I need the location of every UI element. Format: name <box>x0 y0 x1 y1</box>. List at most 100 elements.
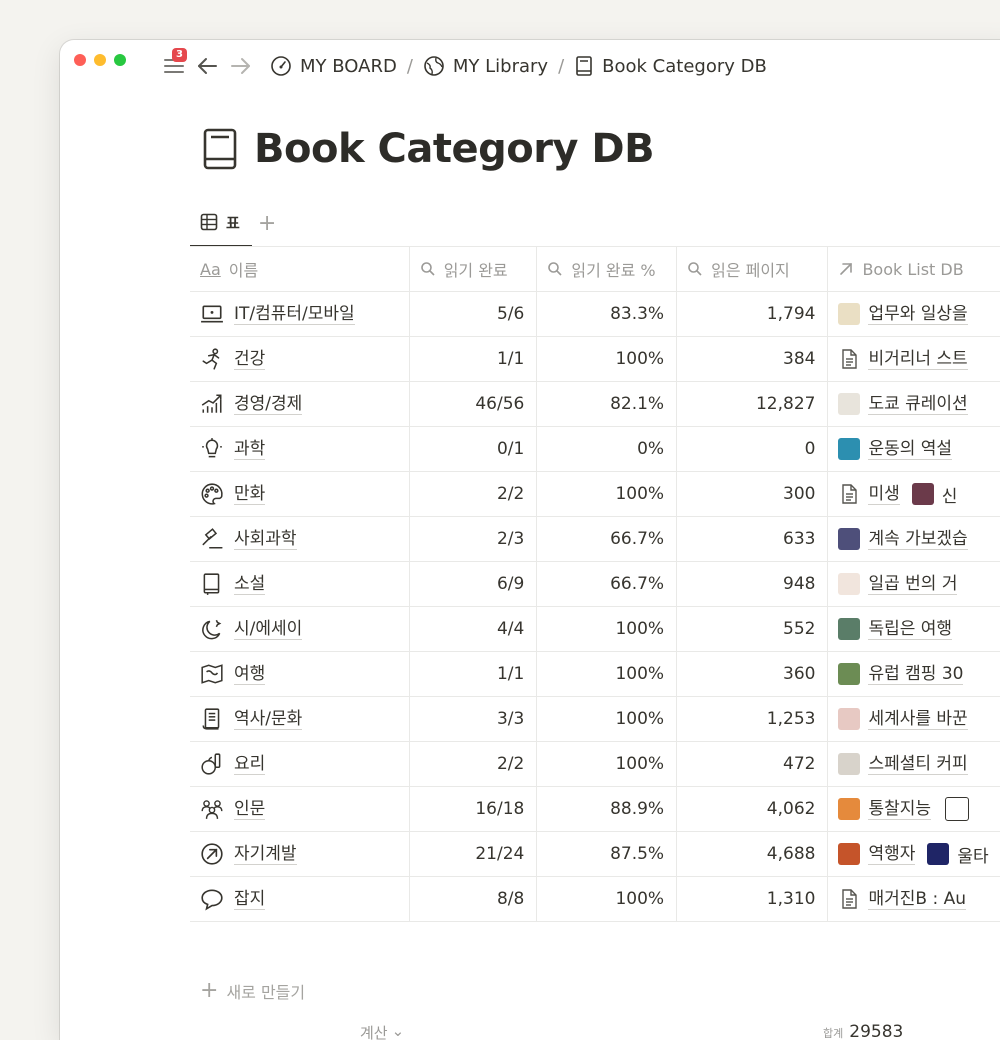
cell-name[interactable]: 소설 <box>190 561 410 607</box>
table-row[interactable]: 자기계발 21/24 87.5% 4,688 역행자 울타 <box>190 831 1000 877</box>
cell-read-percent[interactable]: 87.5% <box>536 831 677 877</box>
column-header-pages-read[interactable]: 읽은 페이지 <box>676 246 828 292</box>
column-header-book-list[interactable]: Book List DB <box>827 246 1000 292</box>
cell-read-percent[interactable]: 0% <box>536 426 677 472</box>
add-view-button[interactable]: + <box>258 211 276 236</box>
column-header-name[interactable]: Aa 이름 <box>190 246 410 292</box>
cell-read-done[interactable]: 1/1 <box>408 336 537 382</box>
cell-name[interactable]: 경영/경제 <box>190 381 410 427</box>
linked-page-title[interactable]: 일곱 번의 거 <box>868 574 958 595</box>
cell-name[interactable]: 여행 <box>190 651 410 697</box>
cell-pages-read[interactable]: 1,794 <box>676 291 828 337</box>
cell-read-done[interactable]: 1/1 <box>408 651 537 697</box>
cell-name[interactable]: 시/에세이 <box>190 606 410 652</box>
cell-book-list[interactable]: 독립은 여행 <box>827 606 1000 652</box>
cell-book-list[interactable]: 운동의 역설 <box>827 426 1000 472</box>
cell-book-list[interactable]: 스페셜티 커피 <box>827 741 1000 787</box>
table-row[interactable]: 요리 2/2 100% 472 스페셜티 커피 <box>190 741 1000 787</box>
cell-book-list[interactable]: 세계사를 바꾼 <box>827 696 1000 742</box>
cell-pages-read[interactable]: 633 <box>676 516 828 562</box>
row-name[interactable]: 소설 <box>234 574 266 595</box>
linked-page-title[interactable]: 매거진B : Au <box>868 889 966 910</box>
cell-read-done[interactable]: 5/6 <box>408 291 537 337</box>
cell-name[interactable]: 요리 <box>190 741 410 787</box>
linked-page-title[interactable]: 운동의 역설 <box>868 439 953 460</box>
row-name[interactable]: 경영/경제 <box>234 394 303 415</box>
table-row[interactable]: 건강 1/1 100% 384 비거리너 스트 <box>190 336 1000 382</box>
cell-read-percent[interactable]: 100% <box>536 741 677 787</box>
cell-read-percent[interactable]: 83.3% <box>536 291 677 337</box>
row-name[interactable]: 과학 <box>234 439 266 460</box>
cell-read-done[interactable]: 16/18 <box>408 786 537 832</box>
linked-page-title[interactable]: 유럽 캠핑 30 <box>868 664 964 685</box>
cell-pages-read[interactable]: 300 <box>676 471 828 517</box>
tab-table-view[interactable]: 표 <box>190 199 252 247</box>
row-name[interactable]: 역사/문화 <box>234 709 303 730</box>
sidebar-menu-button[interactable]: 3 <box>160 48 188 80</box>
cell-book-list[interactable]: 미생 신 <box>827 471 1000 517</box>
table-row[interactable]: 시/에세이 4/4 100% 552 독립은 여행 <box>190 606 1000 652</box>
cell-pages-read[interactable]: 4,688 <box>676 831 828 877</box>
minimize-window-button[interactable] <box>94 54 106 66</box>
cell-read-percent[interactable]: 66.7% <box>536 516 677 562</box>
table-row[interactable]: 만화 2/2 100% 300 미생 신 <box>190 471 1000 517</box>
cell-read-percent[interactable]: 100% <box>536 651 677 697</box>
calculate-button[interactable]: 계산 ⌄ <box>360 1022 404 1040</box>
cell-read-percent[interactable]: 66.7% <box>536 561 677 607</box>
column-header-read-percent[interactable]: 읽기 완료 % <box>536 246 677 292</box>
cell-read-done[interactable]: 0/1 <box>408 426 537 472</box>
linked-page-title[interactable]: 스페셜티 커피 <box>868 754 968 775</box>
table-row[interactable]: 잡지 8/8 100% 1,310 매거진B : Au <box>190 876 1000 922</box>
table-row[interactable]: 경영/경제 46/56 82.1% 12,827 도쿄 큐레이션 <box>190 381 1000 427</box>
cell-read-done[interactable]: 2/2 <box>408 741 537 787</box>
cell-name[interactable]: 건강 <box>190 336 410 382</box>
cell-pages-read[interactable]: 1,310 <box>676 876 828 922</box>
new-row-button[interactable]: + 새로 만들기 <box>200 978 305 1003</box>
cell-read-done[interactable]: 3/3 <box>408 696 537 742</box>
cell-pages-read[interactable]: 0 <box>676 426 828 472</box>
cell-name[interactable]: 만화 <box>190 471 410 517</box>
cell-pages-read[interactable]: 472 <box>676 741 828 787</box>
cell-book-list[interactable]: 계속 가보겠습 <box>827 516 1000 562</box>
row-name[interactable]: 여행 <box>234 664 266 685</box>
cell-name[interactable]: 과학 <box>190 426 410 472</box>
sum-calculation[interactable]: 합계 29583 <box>823 1022 903 1040</box>
linked-page-title[interactable]: 통찰지능 <box>868 799 932 820</box>
row-name[interactable]: 건강 <box>234 349 266 370</box>
cell-read-percent[interactable]: 100% <box>536 336 677 382</box>
cell-read-done[interactable]: 8/8 <box>408 876 537 922</box>
row-name[interactable]: 잡지 <box>234 889 266 910</box>
cell-pages-read[interactable]: 360 <box>676 651 828 697</box>
cell-read-percent[interactable]: 100% <box>536 876 677 922</box>
table-row[interactable]: 인문 16/18 88.9% 4,062 통찰지능 <box>190 786 1000 832</box>
close-window-button[interactable] <box>74 54 86 66</box>
cell-pages-read[interactable]: 4,062 <box>676 786 828 832</box>
cell-name[interactable]: 잡지 <box>190 876 410 922</box>
cell-pages-read[interactable]: 384 <box>676 336 828 382</box>
table-row[interactable]: IT/컴퓨터/모바일 5/6 83.3% 1,794 업무와 일상을 <box>190 291 1000 337</box>
cell-read-percent[interactable]: 82.1% <box>536 381 677 427</box>
linked-page-title[interactable]: 계속 가보겠습 <box>868 529 968 550</box>
linked-page-title[interactable]: 미생 <box>868 484 900 505</box>
row-name[interactable]: 시/에세이 <box>234 619 303 640</box>
cell-pages-read[interactable]: 1,253 <box>676 696 828 742</box>
table-row[interactable]: 사회과학 2/3 66.7% 633 계속 가보겠습 <box>190 516 1000 562</box>
cell-read-done[interactable]: 21/24 <box>408 831 537 877</box>
row-name[interactable]: 만화 <box>234 484 266 505</box>
cell-book-list[interactable]: 역행자 울타 <box>827 831 1000 877</box>
cell-book-list[interactable]: 도쿄 큐레이션 <box>827 381 1000 427</box>
table-row[interactable]: 과학 0/1 0% 0 운동의 역설 <box>190 426 1000 472</box>
cell-pages-read[interactable]: 948 <box>676 561 828 607</box>
column-header-read-done[interactable]: 읽기 완료 <box>408 246 537 292</box>
cell-read-done[interactable]: 4/4 <box>408 606 537 652</box>
cell-name[interactable]: 역사/문화 <box>190 696 410 742</box>
zoom-window-button[interactable] <box>114 54 126 66</box>
row-name[interactable]: 요리 <box>234 754 266 775</box>
table-row[interactable]: 여행 1/1 100% 360 유럽 캠핑 30 <box>190 651 1000 697</box>
cell-book-list[interactable]: 비거리너 스트 <box>827 336 1000 382</box>
cell-read-done[interactable]: 2/2 <box>408 471 537 517</box>
breadcrumb-my-library[interactable]: MY Library <box>419 55 552 77</box>
cell-name[interactable]: 인문 <box>190 786 410 832</box>
cell-book-list[interactable]: 매거진B : Au <box>827 876 1000 922</box>
row-name[interactable]: 사회과학 <box>234 529 297 550</box>
